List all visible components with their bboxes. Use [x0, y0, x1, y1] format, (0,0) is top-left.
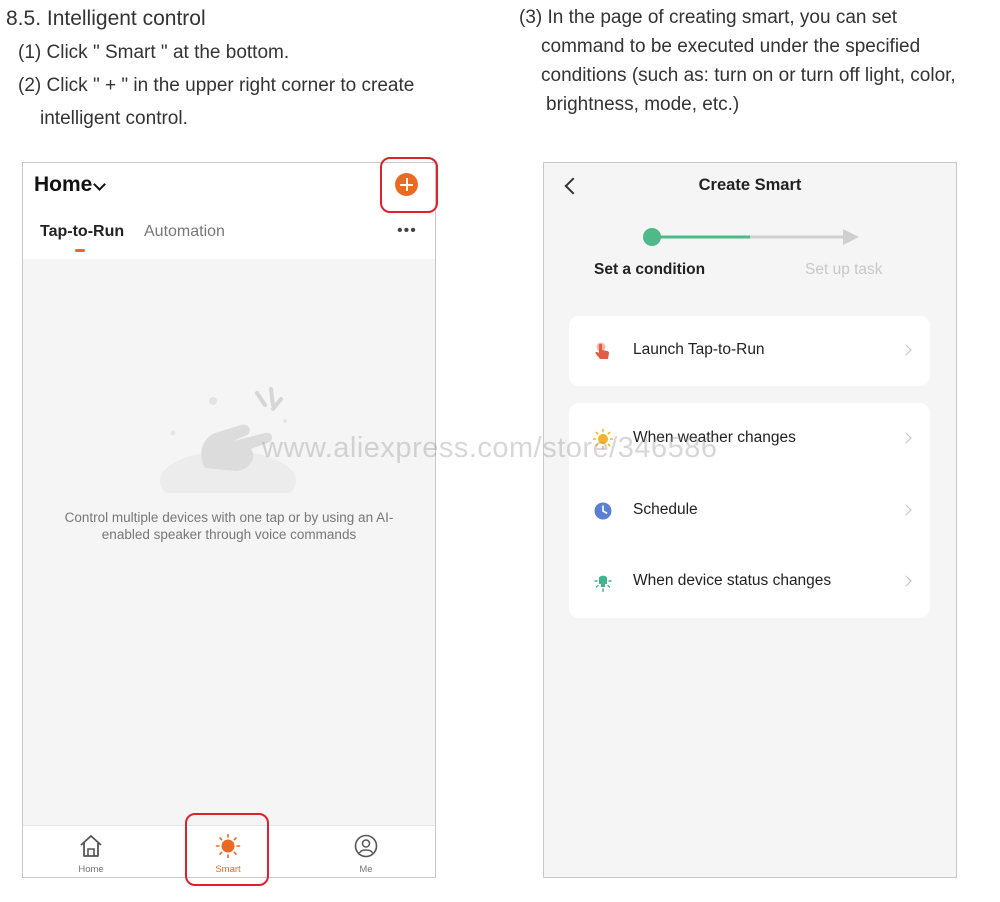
create-smart-screen: Create Smart Set a condition Set up task…: [543, 162, 957, 878]
device-icon: [594, 575, 612, 592]
tap-to-run-card: Launch Tap-to-Run: [569, 316, 930, 386]
tabbar-home[interactable]: Home: [61, 834, 121, 875]
option-label: Launch Tap-to-Run: [633, 341, 765, 358]
step-set-up-task: Set up task: [805, 261, 883, 278]
smart-page-screen: Home Tap-to-Run Automation ••• Control m…: [22, 162, 436, 878]
option-label: Schedule: [633, 501, 698, 518]
step-set-condition: Set a condition: [594, 261, 706, 278]
active-tab-indicator: [75, 249, 85, 252]
chevron-right-icon: [900, 432, 912, 444]
tabbar-me-label: Me: [359, 864, 373, 875]
user-icon: [354, 834, 378, 858]
instruction-step-3-line-2: command to be executed under the specifi…: [541, 36, 921, 57]
home-icon: [80, 835, 102, 857]
chevron-right-icon: [900, 344, 912, 356]
chevron-down-icon[interactable]: [93, 178, 106, 191]
smart-page-header: Home Tap-to-Run Automation •••: [23, 163, 435, 259]
highlight-add-button: [380, 157, 438, 213]
option-label: When device status changes: [633, 572, 832, 589]
highlight-smart-tab: [185, 813, 269, 886]
hand-tap-icon: [595, 342, 609, 359]
tab-tap-to-run[interactable]: Tap-to-Run: [40, 223, 124, 241]
progress-stepper: [643, 228, 859, 246]
watermark: www.aliexpress.com/store/346586: [262, 432, 718, 464]
instruction-step-3-line-1: (3) In the page of creating smart, you c…: [519, 7, 898, 28]
home-selector-label[interactable]: Home: [34, 173, 92, 197]
empty-state-description: Control multiple devices with one tap or…: [23, 509, 435, 543]
page-title: Create Smart: [698, 176, 802, 194]
chevron-right-icon: [900, 504, 912, 516]
instruction-step-2-line-2: intelligent control.: [40, 108, 188, 129]
instruction-step-3-line-3: conditions (such as: turn on or turn off…: [541, 65, 956, 86]
option-device-status-changes[interactable]: When device status changes: [569, 560, 930, 604]
instruction-step-2-line-1: (2) Click " + " in the upper right corne…: [18, 75, 415, 96]
tabbar-home-label: Home: [78, 864, 104, 875]
instruction-step-3-line-4: brightness, mode, etc.): [546, 94, 740, 115]
section-heading: 8.5. Intelligent control: [6, 7, 206, 30]
option-schedule[interactable]: Schedule: [569, 489, 930, 533]
option-launch-tap-to-run[interactable]: Launch Tap-to-Run: [569, 329, 930, 373]
empty-state-line-1: Control multiple devices with one tap or…: [64, 510, 394, 525]
chevron-right-icon: [900, 575, 912, 587]
tab-automation[interactable]: Automation: [144, 223, 225, 241]
instruction-step-1: (1) Click " Smart " at the bottom.: [18, 42, 290, 63]
tabbar-me[interactable]: Me: [336, 834, 396, 875]
clock-icon: [594, 502, 612, 520]
empty-state-line-2: enabled speaker through voice commands: [101, 527, 357, 542]
more-options-icon[interactable]: •••: [397, 222, 417, 240]
